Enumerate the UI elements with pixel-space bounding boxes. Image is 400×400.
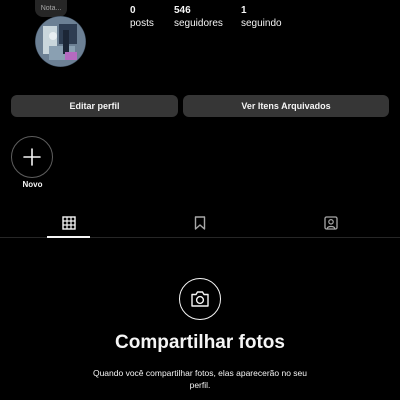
- tab-saved[interactable]: [178, 207, 221, 238]
- stat-followers[interactable]: 546 seguidores: [174, 5, 223, 30]
- tagged-user-icon: [323, 215, 338, 230]
- camera-icon: [191, 291, 209, 307]
- stat-following[interactable]: 1 seguindo: [241, 5, 282, 30]
- stat-following-value: 1: [241, 5, 247, 16]
- new-highlight-button[interactable]: [11, 136, 53, 178]
- stat-following-label: seguindo: [241, 18, 282, 29]
- note-bubble[interactable]: Nota...: [35, 0, 67, 17]
- stat-posts-value: 0: [130, 5, 136, 16]
- avatar[interactable]: [35, 16, 86, 67]
- bookmark-icon: [194, 215, 205, 230]
- stat-posts[interactable]: 0 posts: [130, 5, 154, 30]
- stat-followers-value: 546: [174, 5, 191, 16]
- plus-icon: [23, 148, 41, 166]
- tab-posts-grid[interactable]: [47, 207, 90, 238]
- tab-tagged[interactable]: [309, 207, 352, 238]
- empty-state-title: Compartilhar fotos: [115, 332, 285, 353]
- empty-state-camera: [179, 278, 221, 320]
- empty-state-subtitle: Quando você compartilhar fotos, elas apa…: [92, 368, 308, 390]
- edit-profile-button[interactable]: Editar perfil: [11, 95, 178, 117]
- new-highlight-label: Novo: [22, 180, 43, 189]
- grid-icon: [61, 215, 76, 230]
- view-archived-button[interactable]: Ver Itens Arquivados: [183, 95, 389, 117]
- stat-followers-label: seguidores: [174, 18, 223, 29]
- stat-posts-label: posts: [130, 18, 154, 29]
- active-tab-indicator: [47, 236, 90, 238]
